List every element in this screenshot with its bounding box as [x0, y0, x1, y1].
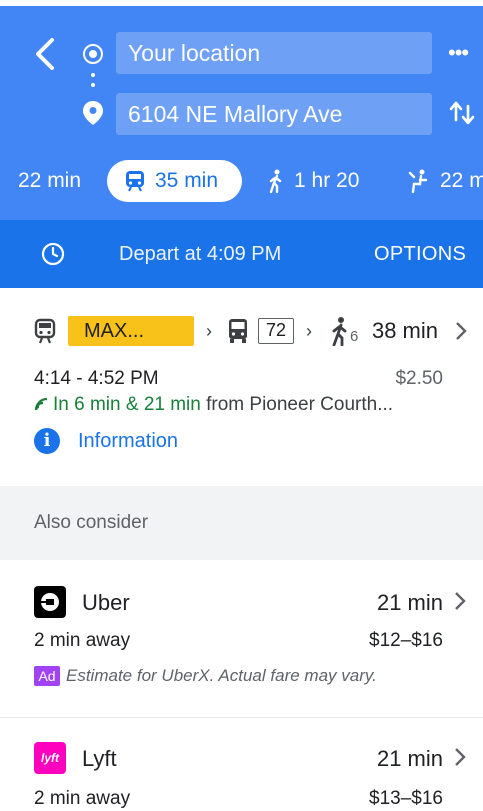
- chevron-right-icon: [456, 322, 467, 340]
- depart-time-selector[interactable]: Depart at 4:09 PM: [119, 220, 281, 288]
- ride-service-name: Lyft: [82, 746, 117, 771]
- status-strip: [0, 0, 483, 6]
- walking-icon: [332, 317, 347, 346]
- destination-field[interactable]: 6104 NE Mallory Ave: [116, 93, 432, 135]
- ad-badge: Ad: [34, 666, 60, 686]
- clock-icon: [41, 242, 65, 266]
- chevron-right-icon: [455, 748, 466, 766]
- step-separator-icon: ›: [306, 321, 312, 341]
- ride-eta: 21 min: [376, 746, 443, 771]
- options-button[interactable]: OPTIONS: [374, 220, 466, 288]
- route-steps: MAX... › 72 › 6 38 min: [34, 316, 474, 346]
- live-departures: In 6 min & 21 min from Pioneer Courth...: [34, 394, 393, 416]
- ride-price: $12–$16: [369, 630, 443, 651]
- departure-stop: from Pioneer Courth...: [200, 394, 394, 415]
- tab-driving[interactable]: 22 min: [18, 158, 81, 204]
- route-connector-dot: [91, 83, 95, 87]
- tab-ride-services-time: 22 min: [440, 169, 483, 192]
- origin-field[interactable]: Your location: [116, 32, 432, 74]
- ride-price: $13–$16: [369, 788, 443, 809]
- ride-option-lyft[interactable]: lyft Lyft 21 min 2 min away $13–$16: [0, 717, 483, 811]
- tab-driving-time: 22 min: [18, 169, 82, 192]
- transit-line-badge: MAX...: [68, 316, 194, 346]
- destination-pin-icon: [83, 101, 103, 125]
- bus-route-badge: 72: [258, 318, 294, 344]
- tab-walking-time: 1 hr 20: [294, 169, 360, 192]
- walk-minutes: 6: [350, 328, 359, 345]
- step-separator-icon: ›: [206, 321, 212, 341]
- info-icon[interactable]: i: [34, 428, 60, 454]
- tab-walking[interactable]: 1 hr 20: [268, 158, 359, 204]
- tab-ride-services[interactable]: 22 min: [408, 158, 483, 204]
- ride-eta: 21 min: [376, 590, 443, 615]
- ride-option-uber[interactable]: Uber 21 min 2 min away $12–$16 Ad Estima…: [0, 560, 483, 716]
- uber-logo-icon: [34, 586, 66, 618]
- lyft-logo-icon: lyft: [34, 742, 66, 774]
- tab-transit[interactable]: 35 min: [107, 160, 242, 202]
- walking-icon: [269, 169, 282, 194]
- ride-pickup-time: 2 min away: [34, 788, 131, 809]
- ride-hail-icon: [408, 169, 428, 194]
- swap-directions-icon[interactable]: [448, 98, 476, 128]
- route-connector-dot: [91, 73, 95, 77]
- route-duration: 38 min: [371, 318, 438, 343]
- transit-route-card[interactable]: MAX... › 72 › 6 38 min 4:14 - 4:52 PM $2…: [0, 288, 483, 486]
- information-link[interactable]: Information: [78, 430, 178, 453]
- also-consider-header: Also consider: [0, 486, 483, 560]
- back-arrow-icon[interactable]: [28, 34, 62, 74]
- bus-icon: [229, 319, 247, 343]
- ride-pickup-time: 2 min away: [34, 630, 131, 651]
- live-departure-times: In 6 min & 21 min: [53, 394, 201, 415]
- tab-transit-time: 35 min: [155, 169, 219, 192]
- ride-service-name: Uber: [82, 590, 130, 615]
- directions-header: Your location 6104 NE Mallory Ave ••• 22…: [0, 0, 483, 288]
- origin-icon: [83, 44, 103, 64]
- more-options-icon[interactable]: •••: [448, 38, 476, 68]
- route-time-range: 4:14 - 4:52 PM: [34, 368, 159, 389]
- route-fare: $2.50: [395, 368, 443, 389]
- live-signal-icon: [34, 397, 48, 411]
- fare-disclaimer: Estimate for UberX. Actual fare may vary…: [66, 666, 377, 685]
- train-icon: [126, 171, 144, 192]
- train-icon: [34, 318, 56, 344]
- depart-time-bar: Depart at 4:09 PM OPTIONS: [0, 220, 483, 288]
- travel-mode-tabs: 22 min 35 min 1 hr 20 22 min: [0, 158, 483, 204]
- chevron-right-icon: [455, 592, 466, 610]
- also-consider-label: Also consider: [34, 512, 149, 533]
